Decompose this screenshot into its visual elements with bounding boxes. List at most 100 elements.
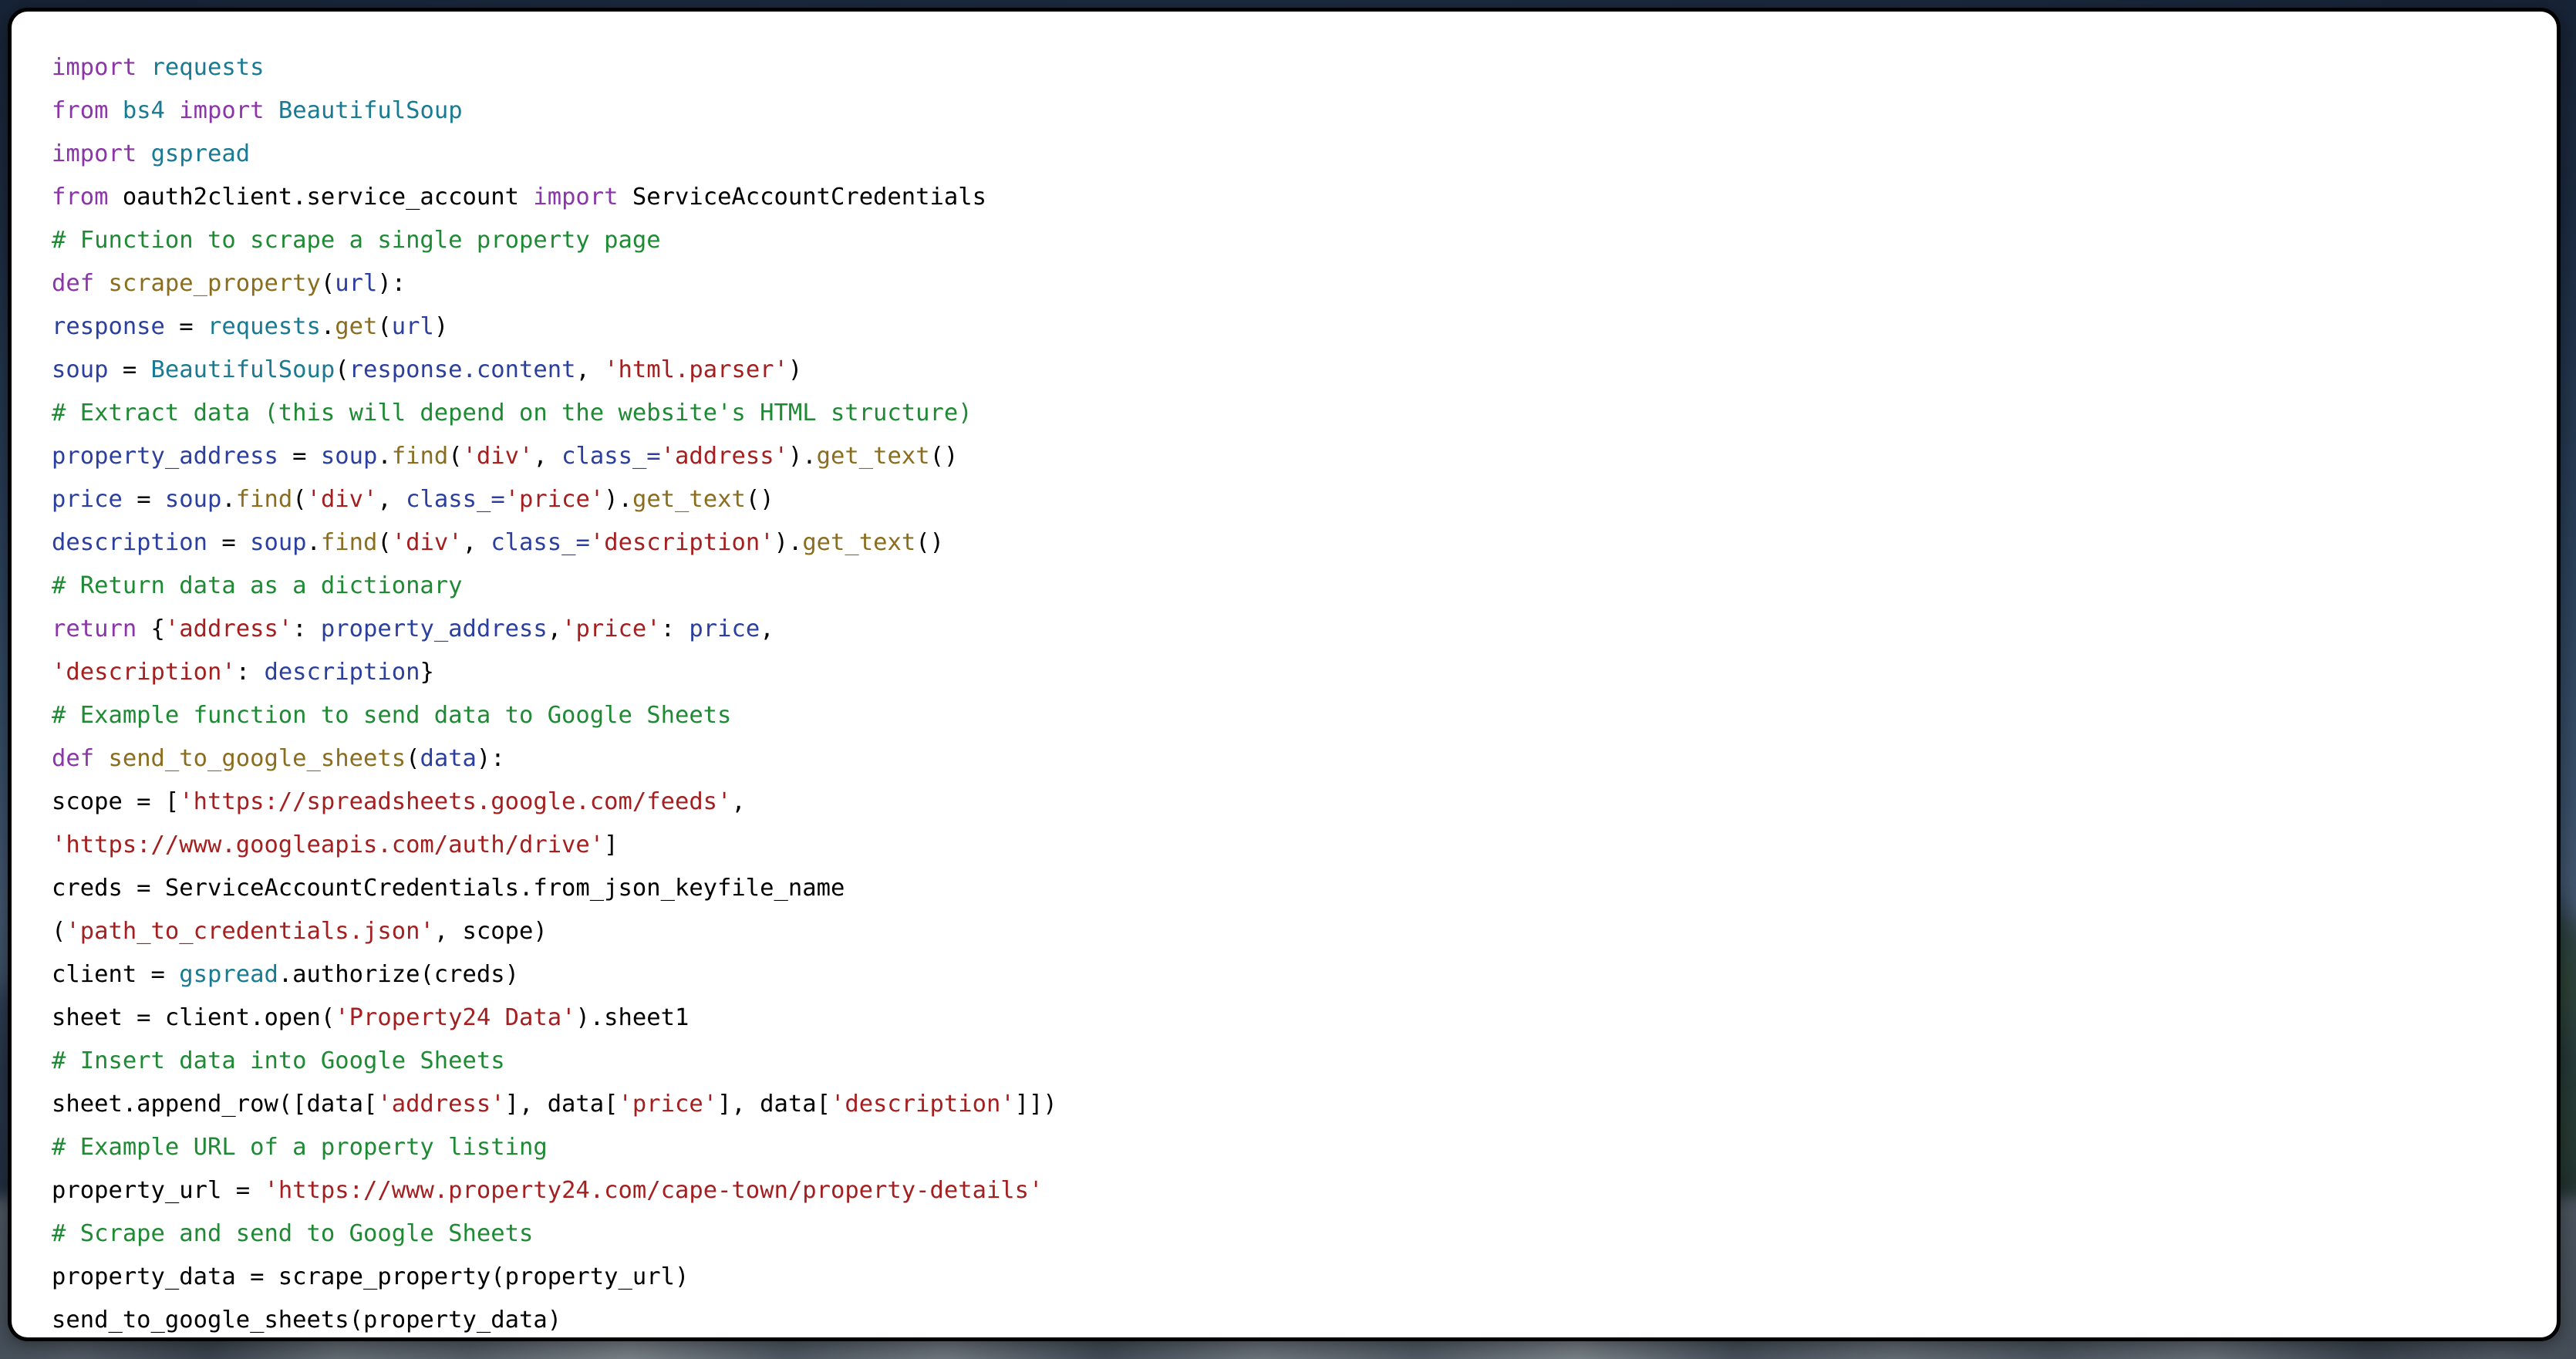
code-token: 'Property24 Data' (335, 1003, 576, 1031)
code-line: 'https://www.googleapis.com/auth/drive'] (52, 824, 2546, 867)
code-token: ( (320, 269, 335, 297)
code-token: sheet.append_row([data[ (52, 1090, 378, 1118)
code-token: = (122, 485, 165, 513)
code-token: 'price' (561, 615, 661, 642)
code-token: creds = ServiceAccountCredentials.from_j… (52, 874, 845, 902)
code-token: . (320, 312, 335, 340)
code-line: import requests (52, 46, 2546, 89)
code-token: ( (292, 485, 307, 513)
code-token: soup (52, 356, 109, 383)
code-token: 'address' (377, 1090, 505, 1118)
code-token: property_url = (52, 1176, 265, 1204)
code-token: ). (604, 485, 632, 513)
code-token: ( (406, 744, 420, 772)
code-block[interactable]: import requests from bs4 import Beautiful… (52, 46, 2546, 1338)
code-token: # Scrape and send to Google Sheets (52, 1219, 534, 1247)
code-line: property_url = 'https://www.property24.c… (52, 1169, 2546, 1212)
code-token: send_to_google_sheets(property_data) (52, 1306, 562, 1334)
code-line: # Example function to send data to Googl… (52, 694, 2546, 737)
code-token: soup (164, 485, 222, 513)
code-token: ) (787, 356, 803, 383)
code-token: description (52, 528, 207, 556)
code-token: : (292, 615, 321, 642)
code-line: sheet = client.open('Property24 Data').s… (52, 996, 2546, 1040)
code-line: # Extract data (this will depend on the … (52, 392, 2546, 435)
code-token: ( (377, 312, 392, 340)
code-line: import gspread (52, 133, 2546, 176)
code-line: return {'address': property_address,'pri… (52, 608, 2546, 651)
code-token: from (52, 96, 109, 124)
code-token: ], data[ (504, 1090, 619, 1118)
code-line: # Scrape and send to Google Sheets (52, 1212, 2546, 1256)
code-line: ('path_to_credentials.json', scope) (52, 910, 2546, 953)
code-token: 'https://www.property24.com/cape-town/pr… (264, 1176, 1044, 1204)
code-line: # Example URL of a property listing (52, 1126, 2546, 1169)
code-token: BeautifulSoup (278, 96, 463, 124)
code-line: price = soup.find('div', class_='price')… (52, 478, 2546, 521)
code-token: get_text (816, 442, 930, 470)
code-token: ( (377, 528, 392, 556)
code-token: class_= (406, 485, 505, 513)
code-token: property_data = scrape_property(property… (52, 1263, 690, 1290)
code-token: .authorize(creds) (278, 960, 519, 988)
code-token: () (745, 485, 774, 513)
code-line: property_data = scrape_property(property… (52, 1256, 2546, 1299)
code-token: price (52, 485, 123, 513)
code-token: # Extract data (this will depend on the … (52, 399, 973, 427)
code-line: description = soup.find('div', class_='d… (52, 521, 2546, 565)
code-line: 'description': description} (52, 651, 2546, 694)
code-token: ): (476, 744, 505, 772)
code-line: sheet.append_row([data['address'], data[… (52, 1083, 2546, 1126)
code-token: 'path_to_credentials.json' (66, 917, 434, 945)
code-token: url (391, 312, 434, 340)
code-token: ( (52, 917, 66, 945)
code-token: sheet = client.open( (52, 1003, 335, 1031)
code-token: url (335, 269, 378, 297)
code-token: ]]) (1014, 1090, 1057, 1118)
code-token: 'html.parser' (604, 356, 788, 383)
code-line: def send_to_google_sheets(data): (52, 737, 2546, 781)
code-token: response.content (349, 356, 576, 383)
code-token: requests (207, 312, 321, 340)
code-line: property_address = soup.find('div', clas… (52, 435, 2546, 478)
code-token: : (660, 615, 690, 642)
code-token: scope = [ (52, 787, 180, 815)
code-token: oauth2client.service_account (108, 183, 534, 211)
code-line: # Function to scrape a single property p… (52, 219, 2546, 262)
code-token: import (52, 140, 137, 167)
code-token: 'description' (52, 658, 236, 686)
code-token: . (306, 528, 321, 556)
code-token: = (164, 312, 207, 340)
code-line: # Return data as a dictionary (52, 565, 2546, 608)
code-token: ServiceAccountCredentials (618, 183, 986, 211)
code-token: { (137, 615, 165, 642)
code-line: # Insert data into Google Sheets (52, 1040, 2546, 1083)
code-token: ) (433, 312, 449, 340)
code-token: bs4 (122, 96, 165, 124)
code-token: gspread (150, 140, 251, 167)
code-token: = (108, 356, 151, 383)
code-token: send_to_google_sheets (108, 744, 406, 772)
code-token: 'https://www.googleapis.com/auth/drive' (52, 831, 605, 858)
code-token: : (235, 658, 265, 686)
code-token: gspread (179, 960, 278, 988)
code-token: import (533, 183, 619, 211)
code-token: price (689, 615, 760, 642)
code-token: , (462, 528, 491, 556)
code-token: 'address' (660, 442, 788, 470)
code-token: scrape_property (108, 269, 321, 297)
code-token: , scope) (433, 917, 548, 945)
code-token: def (52, 269, 95, 297)
code-token: , (760, 615, 774, 642)
code-token: soup (250, 528, 307, 556)
code-token: 'price' (618, 1090, 718, 1118)
code-token: 'price' (504, 485, 605, 513)
code-token: 'description' (830, 1090, 1015, 1118)
code-token: ): (377, 269, 406, 297)
code-token: ).sheet1 (575, 1003, 690, 1031)
code-token: 'description' (589, 528, 774, 556)
code-token: 'https://spreadsheets.google.com/feeds' (179, 787, 732, 815)
